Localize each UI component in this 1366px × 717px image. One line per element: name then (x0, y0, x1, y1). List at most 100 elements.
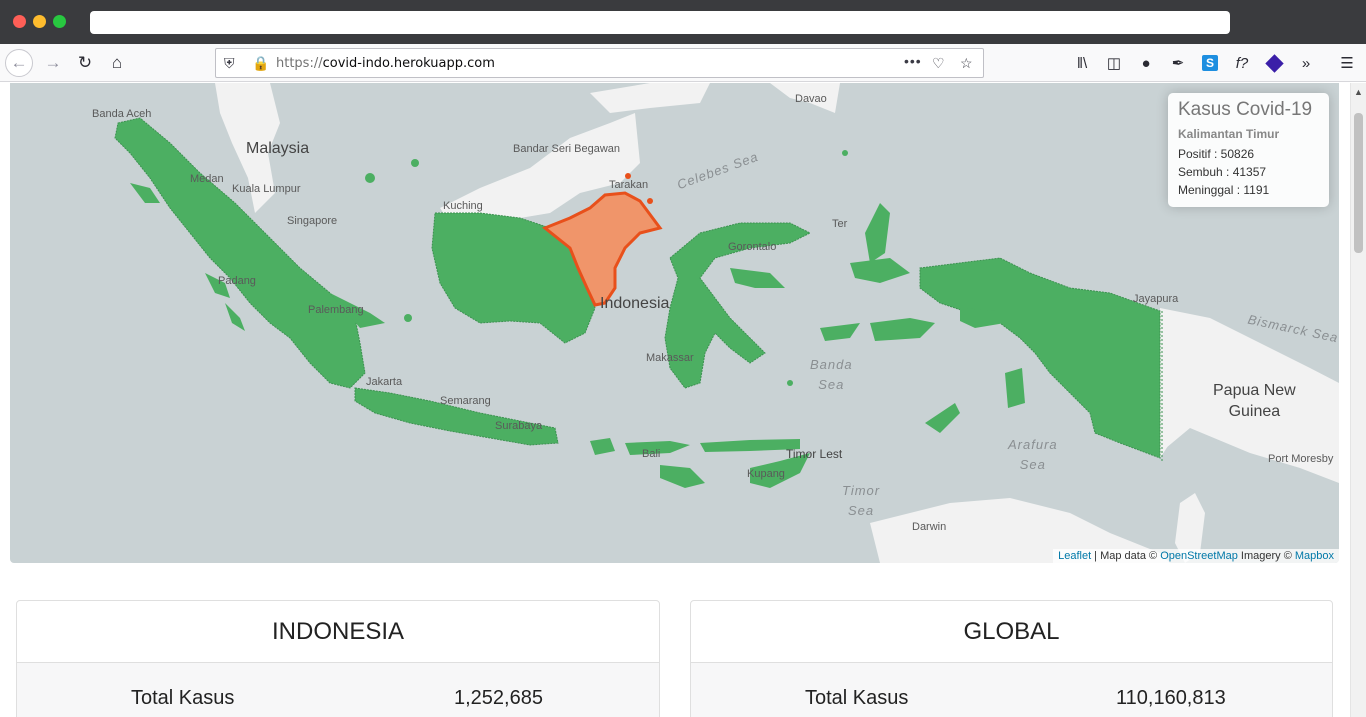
papua-province[interactable] (919, 257, 1161, 459)
map-label-indonesia: Indonesia (600, 295, 670, 312)
fx-icon[interactable]: f? (1231, 52, 1253, 74)
map-label-singapore: Singapore (287, 215, 338, 227)
map-label-medan: Medan (190, 173, 224, 185)
global-card-body: Total Kasus 110,160,813 (691, 663, 1332, 717)
global-total-value: 110,160,813 (1116, 687, 1226, 709)
map-label-kupang: Kupang (747, 468, 785, 480)
indonesia-total-label: Total Kasus (131, 687, 235, 709)
island-province[interactable] (842, 150, 848, 156)
maluku-utara-province[interactable] (850, 258, 910, 283)
indonesia-card-body: Total Kasus 1,252,685 (17, 663, 659, 717)
back-icon[interactable]: ← (5, 49, 33, 77)
maximize-window-button[interactable] (53, 15, 66, 28)
philippines-south-land (590, 83, 710, 113)
natuna-island[interactable] (365, 173, 375, 183)
island-province[interactable] (411, 159, 419, 167)
forward-icon[interactable]: → (39, 49, 67, 77)
info-panel: Kasus Covid-19 Kalimantan Timur Positif … (1168, 93, 1329, 207)
map-label-darwin: Darwin (912, 521, 947, 533)
map-canvas[interactable] (10, 83, 1339, 563)
map-label-timor-leste: Timor Lest (786, 447, 843, 461)
overflow-icon[interactable]: » (1295, 52, 1317, 74)
map-label-davao: Davao (795, 93, 827, 105)
island-province[interactable] (787, 380, 793, 386)
url-host: covid-indo.herokuapp.com (322, 56, 495, 71)
sumba-island[interactable] (660, 465, 705, 488)
browser-toolbar: ← → ↻ ⌂ ⛨ 🔒 https://covid-indo.herokuapp… (0, 44, 1366, 82)
bangka-island[interactable] (404, 314, 412, 322)
halmahera-island[interactable] (865, 203, 890, 263)
map-attribution: Leaflet | Map data © OpenStreetMap Image… (1053, 549, 1339, 563)
map-label-ternate: Ter (832, 218, 848, 230)
island-province[interactable] (647, 198, 653, 204)
global-card: GLOBAL Total Kasus 110,160,813 (690, 600, 1333, 717)
tab-strip[interactable] (90, 11, 1230, 34)
map-label-port-moresby: Port Moresby (1268, 453, 1334, 465)
map-label-jayapura: Jayapura (1133, 293, 1179, 305)
global-total-label: Total Kasus (805, 687, 909, 709)
minimize-window-button[interactable] (33, 15, 46, 28)
home-icon[interactable]: ⌂ (103, 49, 131, 77)
more-icon[interactable]: ••• (904, 53, 922, 69)
ntt-province[interactable] (700, 439, 800, 452)
osm-link[interactable]: OpenStreetMap (1160, 550, 1238, 562)
island-province[interactable] (225, 303, 245, 331)
indonesia-card: INDONESIA Total Kasus 1,252,685 (16, 600, 660, 717)
close-window-button[interactable] (13, 15, 26, 28)
map-label-kuala-lumpur: Kuala Lumpur (232, 183, 301, 195)
shield-icon[interactable]: ⛨ (224, 55, 235, 72)
scroll-up-icon[interactable]: ▲ (1354, 87, 1363, 97)
map-label-tarakan: Tarakan (609, 179, 649, 191)
aru-islands[interactable] (1005, 368, 1025, 408)
bali-province[interactable] (590, 438, 615, 455)
bookmark-star-icon[interactable]: ☆ (960, 55, 973, 72)
eyedropper-icon[interactable]: ✒ (1167, 52, 1189, 74)
lock-icon: 🔒 (252, 55, 270, 71)
info-title: Kasus Covid-19 (1178, 99, 1313, 120)
indonesia-card-title: INDONESIA (17, 601, 659, 663)
seram-island[interactable] (870, 318, 935, 341)
papua-barat-province[interactable] (960, 308, 1005, 328)
map-label-timor-sea: Timor Sea (842, 483, 881, 518)
account-icon[interactable]: ● (1135, 52, 1157, 74)
page-content: Banda Aceh Malaysia Medan Kuala Lumpur S… (0, 83, 1350, 717)
map-label-makassar: Makassar (646, 352, 694, 364)
map-label-papua-new-guinea: Papua New Guinea (1213, 382, 1296, 420)
menu-icon[interactable]: ☰ (1336, 52, 1358, 74)
page-scrollbar[interactable]: ▲ (1350, 83, 1366, 717)
map-label-semarang: Semarang (440, 395, 491, 407)
extension-icon[interactable] (1263, 52, 1285, 74)
map-label-jakarta: Jakarta (366, 376, 403, 388)
info-sembuh: Sembuh : 41357 (1178, 165, 1267, 179)
mapbox-link[interactable]: Mapbox (1295, 550, 1334, 562)
reload-icon[interactable]: ↻ (71, 49, 99, 77)
tanimbar-islands[interactable] (925, 403, 960, 433)
url-bar[interactable]: ⛨ 🔒 https://covid-indo.herokuapp.com •••… (215, 48, 984, 78)
map-label-banda-aceh: Banda Aceh (92, 108, 152, 120)
map-label-kuching: Kuching (443, 200, 483, 212)
map-label-gorontalo: Gorontalo (728, 241, 777, 253)
url-text[interactable]: https://covid-indo.herokuapp.com (276, 56, 495, 71)
map-label-padang: Padang (218, 275, 256, 287)
map-label-arafura-sea: Arafura Sea (1008, 437, 1058, 472)
leaflet-link[interactable]: Leaflet (1058, 550, 1091, 562)
map-label-surabaya: Surabaya (495, 420, 543, 432)
sulawesi-arm[interactable] (730, 268, 785, 288)
info-positif: Positif : 50826 (1178, 147, 1255, 161)
scroll-thumb[interactable] (1354, 113, 1363, 253)
indonesia-total-value: 1,252,685 (454, 687, 543, 709)
covid-map[interactable]: Banda Aceh Malaysia Medan Kuala Lumpur S… (10, 83, 1339, 563)
attribution-text: | Map data © (1091, 550, 1161, 562)
attribution-text: Imagery © (1237, 550, 1295, 562)
global-card-title: GLOBAL (691, 601, 1332, 663)
info-meninggal: Meninggal : 1191 (1178, 183, 1270, 197)
pocket-icon[interactable]: ♡ (932, 55, 945, 72)
window-titlebar (0, 0, 1366, 44)
url-protocol: https:// (276, 56, 323, 71)
buru-island[interactable] (820, 323, 860, 341)
skype-icon[interactable]: S (1199, 52, 1221, 74)
map-label-malaysia: Malaysia (246, 140, 310, 157)
library-icon[interactable]: ‖\ (1071, 52, 1093, 74)
map-label-bandar-seri-begawan: Bandar Seri Begawan (513, 143, 621, 155)
sidebar-icon[interactable]: ◫ (1103, 52, 1125, 74)
